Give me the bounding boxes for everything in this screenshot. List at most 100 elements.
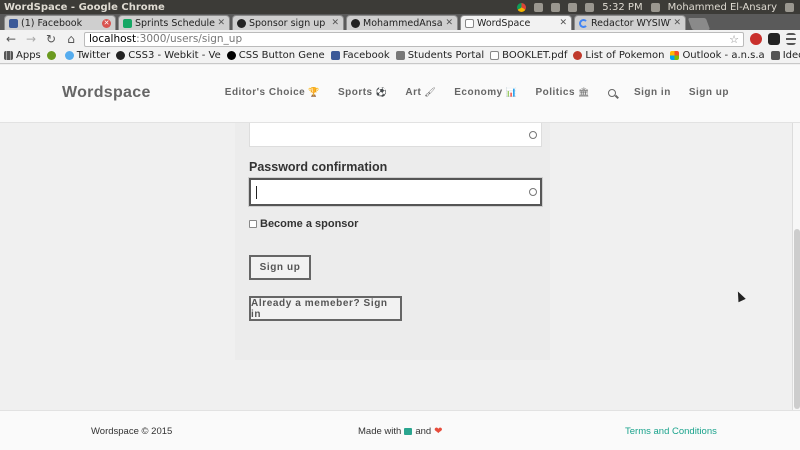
password-field[interactable] <box>249 123 542 147</box>
bookmark-css3[interactable]: CSS3 - Webkit - Ve <box>116 50 221 61</box>
nav-politics[interactable]: Politics 🏛 <box>535 87 590 98</box>
clock[interactable]: 5:32 PM <box>602 2 642 13</box>
bookmark-star-icon[interactable]: ☆ <box>729 33 739 46</box>
os-title-bar: WordSpace - Google Chrome 5:32 PM Mohamm… <box>0 0 800 14</box>
bookmark-label: Facebook <box>342 50 390 61</box>
scrollbar-thumb[interactable] <box>794 229 800 409</box>
close-icon[interactable]: ✕ <box>445 18 453 28</box>
sheets-icon <box>123 18 132 28</box>
password-manager-key-icon[interactable] <box>529 188 537 196</box>
pokemon-icon <box>573 51 583 60</box>
site-brand[interactable]: Wordspace <box>62 84 151 102</box>
settings-gear-icon[interactable] <box>785 2 794 12</box>
nav-sign-in[interactable]: Sign in <box>634 87 671 98</box>
bookmark-label: BOOKLET.pdf <box>502 50 568 61</box>
book-icon <box>404 428 413 435</box>
tab-mohammedansary[interactable]: MohammedAnsary/ ✕ <box>346 15 458 30</box>
nav-sign-up[interactable]: Sign up <box>689 87 729 98</box>
address-path: :3000/users/sign_up <box>136 33 243 45</box>
already-member-sign-in-button[interactable]: Already a memeber? Sign in <box>249 296 402 321</box>
bookmark-label: CSS Button Gene <box>238 50 325 61</box>
paintbrush-icon: 🖌 <box>424 87 437 97</box>
password-confirmation-input[interactable] <box>248 177 543 207</box>
bookmark-label: Students Portal <box>407 50 485 61</box>
bookmark-label: CSS3 - Webkit - Ve <box>128 50 221 61</box>
tab-redactor[interactable]: Redactor WYSIWYG ✕ <box>574 15 686 30</box>
sign-up-button[interactable]: Sign up <box>249 255 311 280</box>
close-icon[interactable]: ✕ <box>673 18 681 28</box>
bookmark-booklet[interactable]: BOOKLET.pdf <box>490 50 567 61</box>
pdf-icon <box>490 51 500 60</box>
home-icon[interactable]: ⌂ <box>64 32 78 46</box>
browser-toolbar: ← → ↻ ⌂ localhost:3000/users/sign_up ☆ <box>0 30 800 48</box>
tab-facebook[interactable]: (1) Facebook ✕ <box>4 15 116 30</box>
password-manager-key-icon[interactable] <box>529 130 537 139</box>
apps-icon <box>4 51 13 60</box>
user-name[interactable]: Mohammed El-Ansary <box>668 2 777 13</box>
tab-sponsor-sign-up[interactable]: Sponsor sign up by s ✕ <box>232 15 344 30</box>
nav-economy[interactable]: Economy 📊 <box>454 87 517 98</box>
bookmark-pokemon[interactable]: List of Pokemon <box>573 50 664 61</box>
footer-made-with: Made with and ❤ <box>358 426 443 437</box>
bookmark-css-button[interactable]: CSS Button Gene <box>226 50 325 61</box>
css-button-icon <box>226 51 236 60</box>
user-icon <box>650 2 660 12</box>
site-navbar: Wordspace Editor's Choice 🏆 Sports ⚽ Art… <box>0 65 800 123</box>
back-arrow-icon[interactable]: ← <box>4 32 18 46</box>
nav-art[interactable]: Art 🖌 <box>405 87 436 98</box>
os-tray: 5:32 PM Mohammed El-Ansary <box>517 2 800 13</box>
facebook-icon <box>9 18 18 28</box>
nav-sports[interactable]: Sports ⚽ <box>338 87 387 98</box>
bluetooth-icon[interactable] <box>551 2 561 12</box>
chrome-icon[interactable] <box>517 2 527 12</box>
bookmark-label: Apps <box>16 50 41 61</box>
nav-label: Sign in <box>633 87 671 98</box>
terms-and-conditions-link[interactable]: Terms and Conditions <box>625 426 717 437</box>
facebook-icon <box>330 51 340 60</box>
reload-icon[interactable]: ↻ <box>44 32 58 46</box>
loading-icon <box>579 18 588 28</box>
github-icon <box>237 18 246 28</box>
bookmark-apps[interactable]: Apps <box>4 50 41 61</box>
bookmark-students-portal[interactable]: Students Portal <box>395 50 485 61</box>
made-with-and: and <box>415 426 432 437</box>
site-footer: Wordspace © 2015 Made with and ❤ Terms a… <box>0 410 800 450</box>
tab-label: WordSpace <box>477 17 531 29</box>
page-icon <box>465 18 474 28</box>
soccer-ball-icon: ⚽ <box>375 87 388 97</box>
bookmark-ideone[interactable]: Ideone.com | Onl <box>770 50 800 61</box>
wifi-icon[interactable] <box>568 2 578 12</box>
nav-label: Editor's Choice <box>224 87 306 98</box>
close-icon[interactable]: ✕ <box>559 18 567 28</box>
bookmark-green[interactable] <box>46 51 59 60</box>
address-bar[interactable]: localhost:3000/users/sign_up ☆ <box>84 31 744 47</box>
close-icon[interactable]: ✕ <box>102 18 111 28</box>
extension-icon[interactable] <box>768 33 780 45</box>
portal-icon <box>395 51 405 60</box>
menu-icon[interactable] <box>786 33 796 45</box>
mail-icon[interactable] <box>534 2 544 12</box>
made-with-text: Made with <box>358 426 402 437</box>
nav-editors-choice[interactable]: Editor's Choice 🏆 <box>225 87 320 98</box>
tab-label: MohammedAnsary/ <box>363 17 443 29</box>
bookmark-facebook[interactable]: Facebook <box>330 50 390 61</box>
ideone-icon <box>770 51 780 60</box>
nav-label: Art <box>405 87 422 98</box>
adblock-extension-icon[interactable] <box>750 33 762 45</box>
tab-wordspace[interactable]: WordSpace ✕ <box>460 15 572 30</box>
new-tab-button[interactable] <box>687 18 711 30</box>
become-sponsor-checkbox[interactable] <box>249 220 257 228</box>
bookmark-outlook[interactable]: Outlook - a.n.s.a <box>670 50 765 61</box>
close-icon[interactable]: ✕ <box>331 18 339 28</box>
close-icon[interactable]: ✕ <box>217 18 225 28</box>
page-scrollbar[interactable] <box>792 123 800 410</box>
volume-icon[interactable] <box>585 2 595 12</box>
tab-label: Sponsor sign up by s <box>249 17 329 29</box>
twitter-icon <box>64 51 74 60</box>
tab-sprints-schedule[interactable]: Sprints Schedule - G ✕ <box>118 15 230 30</box>
trophy-icon: 🏆 <box>308 87 320 97</box>
nav-search[interactable] <box>607 88 616 97</box>
bookmark-twitter[interactable]: Twitter <box>64 50 110 61</box>
forward-arrow-icon[interactable]: → <box>24 32 38 46</box>
become-sponsor-row[interactable]: Become a sponsor <box>249 218 358 230</box>
